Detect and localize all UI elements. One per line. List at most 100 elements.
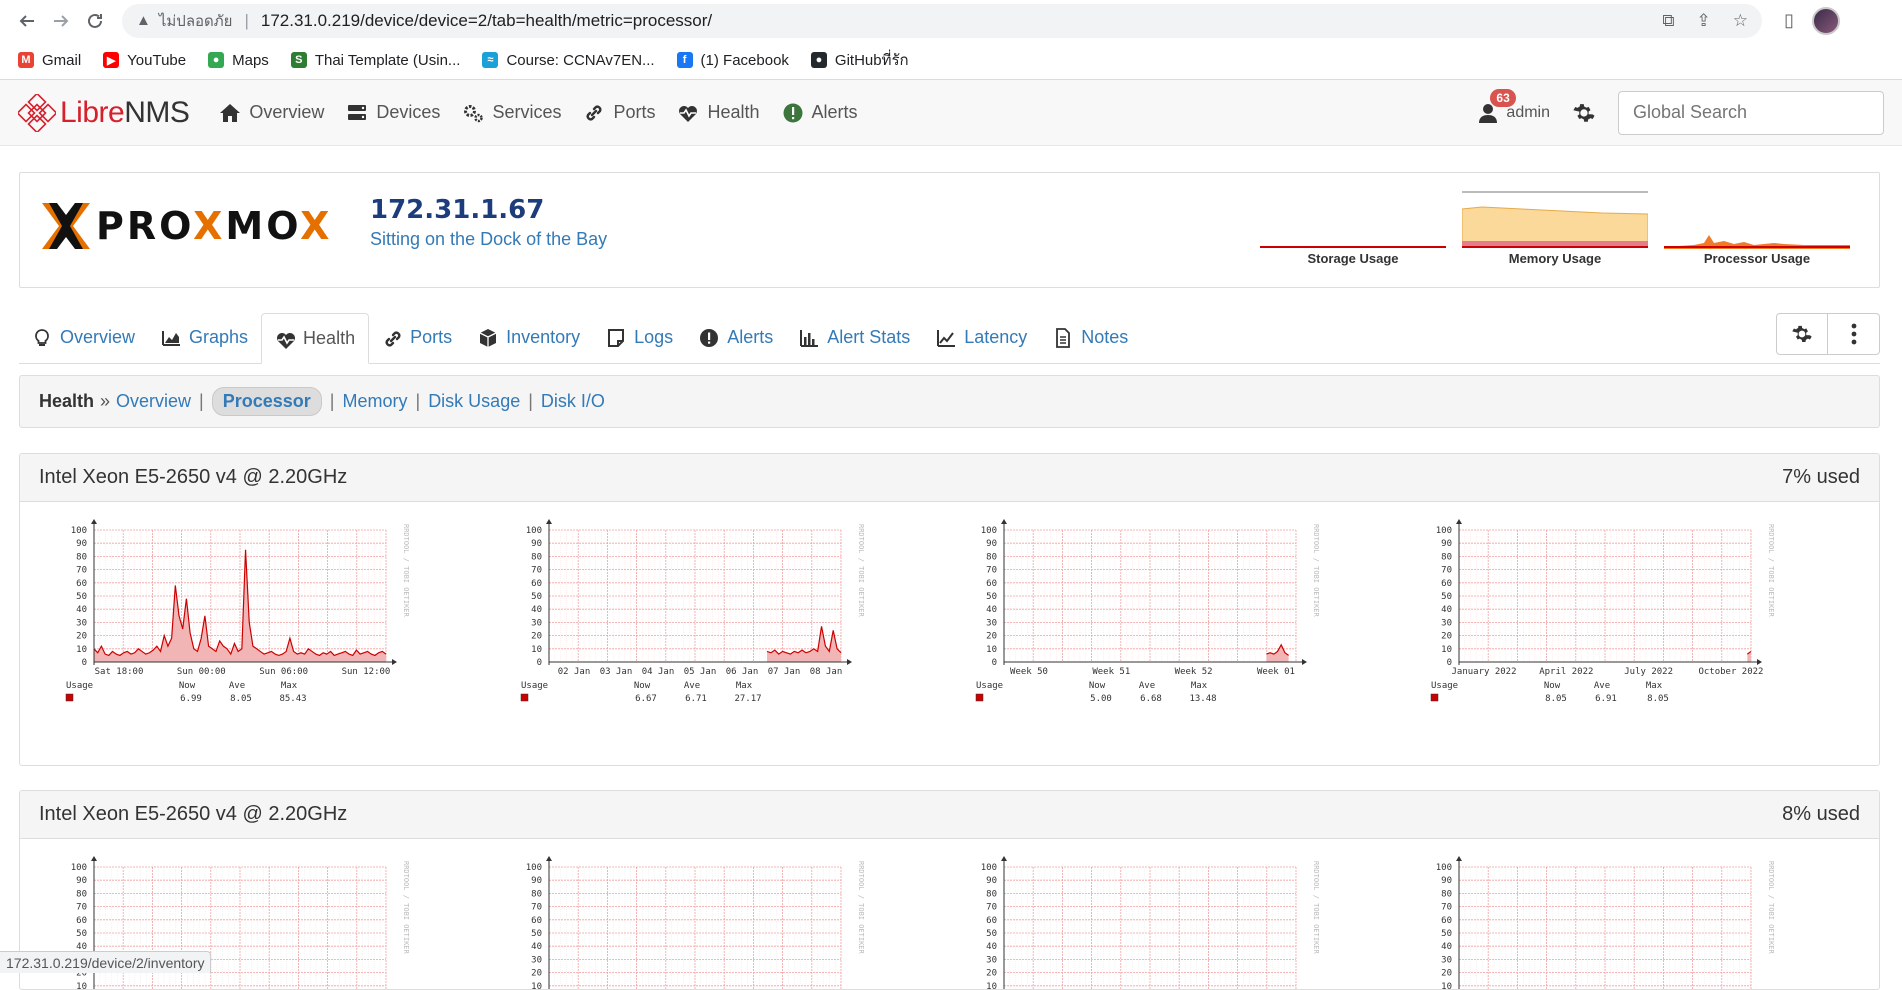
nav-item-alerts[interactable]: Alerts [782,102,858,124]
rrd-graph-svg: 100908070605040302010RRDTOOL / TOBI OETI… [970,851,1425,990]
link-icon [583,102,605,124]
tab-label: Notes [1081,327,1128,348]
y-tick-label: 50 [76,929,87,939]
username: admin [1506,104,1550,122]
processor-usage-graph[interactable]: 1009080706050403020100RRDTOOL / TOBI OET… [60,514,515,720]
y-tick-label: 60 [1441,579,1452,589]
cogs-icon [462,102,484,124]
grid [549,867,841,990]
subnav-link-memory[interactable]: Memory [342,391,407,412]
bookmark-label: Thai Template (Usin... [315,52,461,69]
x-tick-label: 02 Jan [558,667,591,677]
nav-item-services[interactable]: Services [462,102,561,124]
y-tick-label: 100 [981,526,997,536]
processor-name: Intel Xeon E5-2650 v4 @ 2.20GHz [39,803,347,826]
legend-value-ave: 8.05 [230,694,252,704]
y-tick-label: 20 [1441,969,1452,979]
storage-usage-minigraph[interactable]: Storage Usage [1260,191,1446,266]
tab-ports[interactable]: Ports [369,312,465,363]
address-bar[interactable]: ▲ ไม่ปลอดภัย | 172.31.0.219/device/devic… [122,4,1762,38]
subnav-divider: | [416,391,421,412]
y-axis-arrow [1456,519,1462,524]
legend-value-max: 8.05 [1647,694,1669,704]
side-panel-icon[interactable]: ▯ [1784,10,1794,31]
processor-usage-minigraph[interactable]: Processor Usage [1664,191,1850,266]
tab-notes[interactable]: Notes [1040,312,1141,363]
processor-usage-graph[interactable]: 1009080706050403020100RRDTOOL / TOBI OET… [1425,514,1880,720]
tab-alert-stats[interactable]: Alert Stats [786,312,923,363]
y-tick-label: 10 [986,645,997,655]
bookmark-item[interactable]: MGmail [18,52,81,69]
legend-value-ave: 6.71 [685,694,707,704]
y-tick-label: 60 [531,916,542,926]
processor-usage-graph[interactable]: 1009080706050403020100RRDTOOL / TOBI OET… [515,514,970,720]
y-tick-label: 30 [1441,618,1452,628]
nav-item-overview[interactable]: Overview [219,102,324,124]
main-nav: Overview Devices Services Ports Health Alerts [219,102,857,124]
bookmark-item[interactable]: SThai Template (Usin... [291,52,461,69]
alert-circle-icon [782,102,804,124]
legend-col-now: Now [1089,681,1106,691]
nav-item-health[interactable]: Health [677,102,759,124]
nav-item-devices[interactable]: Devices [346,102,440,124]
star-icon[interactable]: ☆ [1733,11,1748,31]
processor-usage-graph[interactable]: 1009080706050403020100RRDTOOL / TOBI OET… [970,514,1425,720]
librenms-logo[interactable]: LibreNMS [18,94,189,132]
device-settings-button[interactable] [1776,313,1828,355]
processor-usage-graph[interactable]: 100908070605040302010RRDTOOL / TOBI OETI… [1425,851,1880,990]
settings-gear-icon[interactable] [1572,101,1596,125]
file-text-icon [1053,328,1073,348]
forward-button[interactable] [44,4,78,38]
legend-label: Usage [66,681,93,691]
tab-latency[interactable]: Latency [923,312,1040,363]
user-menu[interactable]: 63 admin [1478,103,1550,123]
subnav-link-processor[interactable]: Processor [212,387,322,416]
bookmark-item[interactable]: ≈Course: CCNAv7EN... [482,52,654,69]
more-options-button[interactable] [1828,313,1880,355]
tab-graphs[interactable]: Graphs [148,312,261,363]
nav-item-ports[interactable]: Ports [583,102,655,124]
tab-alerts[interactable]: Alerts [686,312,786,363]
proxmox-wordmark: PROXMOX [96,204,332,248]
tab-inventory[interactable]: Inventory [465,312,593,363]
vertical-dots-icon [1851,323,1857,345]
bookmark-item[interactable]: ●Maps [208,52,269,69]
x-tick-label: January 2022 [1451,667,1516,677]
subnav-link-disk-i-o[interactable]: Disk I/O [541,391,605,412]
global-search-input[interactable] [1618,91,1884,135]
x-tick-label: Sun 06:00 [259,667,308,677]
device-hostname-link[interactable]: 172.31.1.67 [370,195,544,225]
bookmark-item[interactable]: ●GitHubที่รัก [811,48,909,72]
processor-usage-graph[interactable]: 100908070605040302010RRDTOOL / TOBI OETI… [515,851,970,990]
link-icon [382,328,402,348]
tab-health[interactable]: Health [261,313,369,364]
profile-avatar[interactable] [1812,7,1840,35]
y-tick-label: 20 [531,969,542,979]
sticky-note-icon [606,328,626,348]
x-axis-arrow [392,659,397,665]
y-tick-label: 90 [531,539,542,549]
share-icon[interactable]: ⇪ [1697,11,1711,31]
subnav-link-overview[interactable]: Overview [116,391,191,412]
translate-icon[interactable]: ⧉ [1662,11,1674,31]
x-tick-label: 03 Jan [600,667,633,677]
tab-overview[interactable]: Overview [19,312,148,363]
x-tick-label: Week 51 [1092,667,1130,677]
bookmark-item[interactable]: ▶YouTube [103,52,186,69]
processor-usage-graph[interactable]: 100908070605040302010RRDTOOL / TOBI OETI… [970,851,1425,990]
nav-item-label: Devices [376,102,440,123]
subnav-link-disk-usage[interactable]: Disk Usage [428,391,520,412]
back-button[interactable] [10,4,44,38]
y-tick-label: 100 [71,863,87,873]
legend-swatch [976,694,983,701]
rrd-watermark: RRDTOOL / TOBI OETIKER [1767,524,1775,618]
bookmark-item[interactable]: f(1) Facebook [677,52,789,69]
reload-button[interactable] [78,4,112,38]
tab-logs[interactable]: Logs [593,312,686,363]
memory-usage-minigraph[interactable]: Memory Usage [1462,191,1648,266]
nav-item-label: Health [707,102,759,123]
y-tick-label: 80 [531,552,542,562]
status-bar-url: 172.31.0.219/device/2/inventory [0,951,211,973]
y-tick-label: 80 [1441,552,1452,562]
lightbulb-icon [32,328,52,348]
